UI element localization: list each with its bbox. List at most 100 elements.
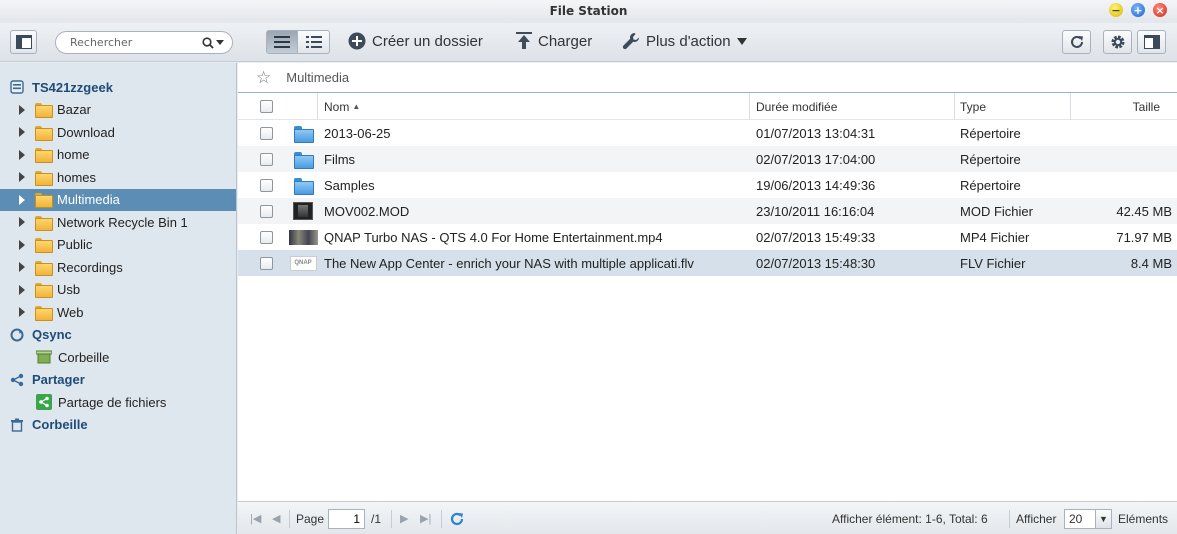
- sidebar-item-folder[interactable]: Recordings: [0, 256, 236, 279]
- next-page-icon[interactable]: ▶: [400, 502, 408, 534]
- file-type: FLV Fichier: [960, 255, 1026, 271]
- page-number-input[interactable]: [328, 508, 365, 529]
- expand-arrow-icon[interactable]: [19, 307, 25, 318]
- last-page-icon[interactable]: ▶|: [420, 502, 431, 534]
- plus-circle-icon: [348, 32, 366, 50]
- expand-arrow-icon[interactable]: [19, 284, 25, 295]
- file-modified: 02/07/2013 15:49:33: [756, 229, 876, 245]
- file-size: 8.4 MB: [1130, 255, 1172, 271]
- create-folder-button[interactable]: Créer un dossier: [348, 32, 483, 50]
- expand-arrow-icon[interactable]: [19, 194, 25, 205]
- qsync-label: Qsync: [32, 327, 72, 343]
- detail-view-button[interactable]: [298, 30, 330, 54]
- chevron-down-icon[interactable]: ▼: [1095, 509, 1111, 528]
- refresh-button[interactable]: [1062, 30, 1091, 54]
- select-all-checkbox[interactable]: [260, 93, 273, 120]
- sidebar-item-folder[interactable]: Bazar: [0, 99, 236, 122]
- trash-icon: [10, 418, 24, 432]
- table-row[interactable]: QNAP Turbo NAS - QTS 4.0 For Home Entert…: [238, 224, 1177, 250]
- wrench-icon: [622, 33, 639, 50]
- sidebar-item-folder[interactable]: home: [0, 144, 236, 167]
- sidebar: TS421zzgeek Bazar Download home homes Multim…: [0, 63, 237, 534]
- list-view-icon: [274, 36, 290, 48]
- first-page-icon[interactable]: |◀: [250, 502, 261, 534]
- favorite-star-icon[interactable]: ☆: [256, 68, 271, 88]
- sidebar-toggle-button[interactable]: [10, 30, 37, 54]
- sidebar-item-folder[interactable]: Download: [0, 121, 236, 144]
- folder-icon: [35, 125, 53, 141]
- expand-arrow-icon[interactable]: [19, 217, 25, 228]
- search-input[interactable]: [70, 36, 198, 49]
- sidebar-item-folder[interactable]: Usb: [0, 279, 236, 302]
- folder-icon: [35, 260, 53, 276]
- display-info: Afficher élément: 1-6, Total: 6: [832, 511, 988, 526]
- expand-arrow-icon[interactable]: [19, 239, 25, 250]
- more-actions-label: Plus d'action: [646, 32, 731, 50]
- window-controls: − + ×: [1109, 3, 1167, 17]
- file-type: Répertoire: [960, 177, 1021, 193]
- sidebar-item-qsync-trash[interactable]: Corbeille: [0, 346, 236, 369]
- panel-toggle-button[interactable]: [1137, 30, 1166, 54]
- folder-icon: [35, 148, 53, 164]
- sidebar-item-share[interactable]: Partager: [0, 369, 236, 392]
- sidebar-item-qsync[interactable]: Qsync: [0, 324, 236, 347]
- minimize-icon[interactable]: −: [1109, 3, 1123, 17]
- upload-button[interactable]: Charger: [516, 32, 592, 50]
- expand-arrow-icon[interactable]: [19, 172, 25, 183]
- more-actions-button[interactable]: Plus d'action: [622, 32, 747, 50]
- file-size: 71.97 MB: [1116, 229, 1172, 245]
- maximize-icon[interactable]: +: [1131, 3, 1145, 17]
- row-checkbox[interactable]: [260, 224, 273, 250]
- expand-arrow-icon[interactable]: [19, 127, 25, 138]
- table-row[interactable]: QNAP The New App Center - enrich your NAS…: [238, 250, 1177, 276]
- sidebar-item-trash[interactable]: Corbeille: [0, 414, 236, 437]
- items-label: Eléments: [1118, 511, 1169, 526]
- list-view-button[interactable]: [266, 30, 298, 54]
- search-box[interactable]: [55, 31, 233, 54]
- file-name: 2013-06-25: [324, 125, 391, 141]
- qsync-trash-label: Corbeille: [58, 349, 110, 365]
- expand-arrow-icon[interactable]: [19, 262, 25, 273]
- column-size[interactable]: Taille: [1070, 93, 1177, 120]
- folder-label: Network Recycle Bin 1: [57, 214, 188, 230]
- column-modified[interactable]: Durée modifiée: [749, 93, 954, 120]
- sidebar-item-folder[interactable]: Multimedia: [0, 188, 236, 211]
- column-name-label: Nom: [324, 99, 350, 114]
- sidebar-item-folder[interactable]: Public: [0, 234, 236, 257]
- prev-page-icon[interactable]: ◀: [272, 502, 280, 534]
- file-name: Samples: [324, 177, 375, 193]
- column-name[interactable]: Nom ▲: [317, 93, 749, 120]
- expand-arrow-icon[interactable]: [19, 104, 25, 115]
- row-checkbox[interactable]: [260, 198, 273, 224]
- file-modified: 02/07/2013 17:04:00: [756, 151, 876, 167]
- file-share-icon: [36, 394, 52, 411]
- table-row[interactable]: Samples 19/06/2013 14:49:36 Répertoire: [238, 172, 1177, 198]
- sidebar-item-folder[interactable]: Web: [0, 301, 236, 324]
- table-row[interactable]: MOV002.MOD 23/10/2011 16:16:04 MOD Fichier…: [238, 198, 1177, 224]
- nas-server-icon: [10, 80, 24, 94]
- current-path: Multimedia: [286, 70, 350, 85]
- sort-ascending-icon: ▲: [352, 102, 361, 111]
- page-label: Page: [296, 511, 325, 526]
- settings-button[interactable]: [1103, 30, 1132, 54]
- row-checkbox[interactable]: [260, 172, 273, 198]
- column-type[interactable]: Type: [954, 93, 1070, 120]
- window-title: File Station: [549, 4, 628, 18]
- gear-icon: [1111, 35, 1124, 49]
- row-checkbox[interactable]: [260, 250, 273, 276]
- table-row[interactable]: Films 02/07/2013 17:04:00 Répertoire: [238, 146, 1177, 172]
- sidebar-item-nas[interactable]: TS421zzgeek: [0, 76, 236, 99]
- sidebar-item-share-files[interactable]: Partage de fichiers: [0, 391, 236, 414]
- expand-arrow-icon[interactable]: [19, 149, 25, 160]
- row-checkbox[interactable]: [260, 120, 273, 146]
- refresh-icon: [1070, 35, 1083, 48]
- sidebar-item-folder[interactable]: homes: [0, 166, 236, 189]
- sidebar-item-folder[interactable]: Network Recycle Bin 1: [0, 211, 236, 234]
- folder-label: Web: [57, 304, 84, 320]
- close-icon[interactable]: ×: [1153, 3, 1167, 17]
- per-page-select[interactable]: 20 ▼: [1064, 508, 1112, 529]
- search-icon[interactable]: [202, 36, 224, 49]
- reload-icon[interactable]: [449, 502, 465, 534]
- row-checkbox[interactable]: [260, 146, 273, 172]
- table-row[interactable]: 2013-06-25 01/07/2013 13:04:31 Répertoire: [238, 120, 1177, 146]
